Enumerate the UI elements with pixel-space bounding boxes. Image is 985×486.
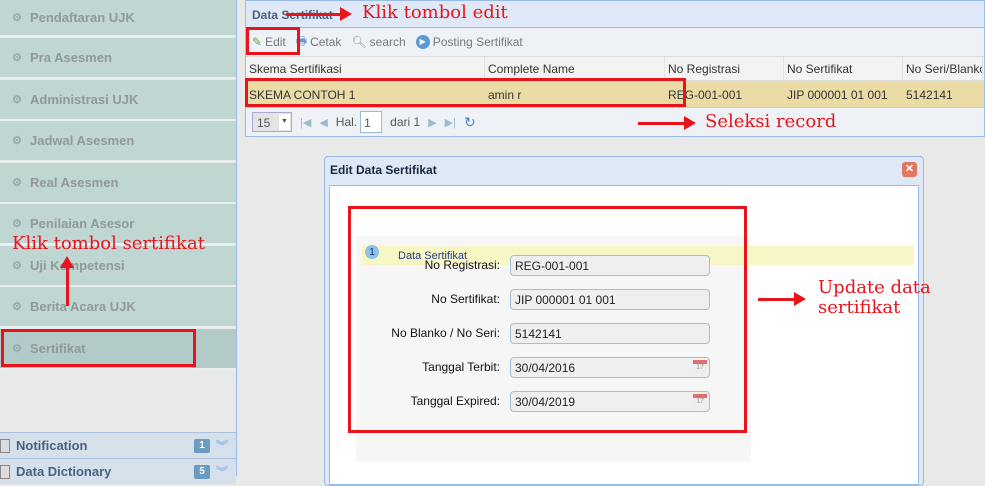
arrow-right-icon xyxy=(286,7,352,21)
page-label: Hal. xyxy=(335,115,358,129)
column-header[interactable]: Complete Name xyxy=(485,57,665,80)
annotation-record: Seleksi record xyxy=(705,111,837,132)
posting-sertifikat-button[interactable]: ▶ Posting Sertifikat xyxy=(415,35,523,49)
refresh-icon[interactable]: ↻ xyxy=(464,114,476,131)
sidebar-item-label: Uji Kompetensi xyxy=(30,258,125,273)
page-count: dari 1 xyxy=(390,115,421,129)
first-page-icon[interactable]: |◀ xyxy=(300,116,311,129)
document-icon xyxy=(0,464,10,479)
chevron-down-icon[interactable]: ︾ xyxy=(216,463,228,480)
panel-title: Data Sertifikat xyxy=(246,1,984,28)
annotation-update: Update data xyxy=(818,277,931,298)
highlight-sertifikat xyxy=(1,329,196,367)
sidebar-item-label: Administrasi UJK xyxy=(30,92,139,107)
sidebar-item-jadwal-asesmen[interactable]: ⚙ Jadwal Asesmen xyxy=(0,121,236,162)
column-header[interactable]: No Seri/Blanko xyxy=(903,57,983,80)
gear-icon: ⚙ xyxy=(12,11,22,24)
table-cell: JIP 000001 01 001 xyxy=(787,88,888,102)
print-button[interactable]: 🖶 Cetak xyxy=(296,32,342,53)
table-cell: 5142141 xyxy=(906,88,953,102)
sidebar-item-label: Berita Acara UJK xyxy=(30,299,136,314)
gear-icon: ⚙ xyxy=(12,300,22,313)
gear-icon: ⚙ xyxy=(12,217,22,230)
column-header[interactable]: No Registrasi xyxy=(665,57,784,80)
data-sertifikat-panel: Data Sertifikat ✎Edit 🖶Cetak 🔍︎search ▶P… xyxy=(245,0,985,137)
gear-icon: ⚙ xyxy=(12,176,22,189)
chevron-down-icon: ▼ xyxy=(279,114,290,130)
gear-icon: ⚙ xyxy=(12,134,22,147)
document-icon xyxy=(0,438,10,453)
close-icon[interactable]: ✕ xyxy=(902,162,917,177)
accordion-label: Data Dictionary xyxy=(16,464,112,479)
sidebar-item-pendaftaran-ujk[interactable]: ⚙ Pendaftaran UJK xyxy=(0,0,236,37)
count-badge: 1 xyxy=(194,438,210,453)
count-badge: 5 xyxy=(194,464,210,479)
next-page-icon[interactable]: ▶ xyxy=(428,116,436,129)
highlight-edit xyxy=(246,27,300,55)
column-header[interactable]: Skema Sertifikasi xyxy=(246,57,485,80)
last-page-icon[interactable]: ▶| xyxy=(445,116,456,129)
sidebar-item-pra-asesmen[interactable]: ⚙ Pra Asesmen xyxy=(0,38,236,79)
arrow-right-icon xyxy=(638,116,696,130)
dialog-title: Edit Data Sertifikat xyxy=(330,163,437,177)
annotation-edit: Klik tombol edit xyxy=(362,2,508,23)
sidebar-item-real-asesmen[interactable]: ⚙ Real Asesmen xyxy=(0,163,236,204)
search-icon: 🔍︎ xyxy=(351,35,367,49)
sidebar-item-label: Real Asesmen xyxy=(30,175,119,190)
annotation-update: sertifikat xyxy=(818,297,901,318)
highlight-record xyxy=(245,78,686,107)
sidebar-item-label: Pra Asesmen xyxy=(30,50,112,65)
pager: 15 ▼ |◀ ◀ Hal. 1 dari 1 ▶ ▶| ↻ xyxy=(246,107,984,136)
arrow-up-icon xyxy=(60,256,74,306)
gear-icon: ⚙ xyxy=(12,51,22,64)
sidebar-item-administrasi-ujk[interactable]: ⚙ Administrasi UJK xyxy=(0,80,236,121)
sidebar-item-label: Jadwal Asesmen xyxy=(30,133,135,148)
page-input[interactable]: 1 xyxy=(360,111,383,133)
sidebar-item-label: Penilaian Asesor xyxy=(30,216,135,231)
annotation-sertifikat: Klik tombol sertifikat xyxy=(12,233,205,254)
toolbar: ✎ Edit 🖶 Cetak 🔍︎ search ▶ Posting Sertifika… xyxy=(246,28,984,56)
search-button[interactable]: 🔍︎ search xyxy=(351,35,405,49)
column-header[interactable]: No Sertifikat xyxy=(784,57,903,80)
sidebar-item-label: Pendaftaran UJK xyxy=(30,10,135,25)
accordion-data-dictionary[interactable]: Data Dictionary 5 ︾ xyxy=(0,458,236,484)
prev-page-icon[interactable]: ◀ xyxy=(319,116,327,129)
gear-icon: ⚙ xyxy=(12,259,22,272)
highlight-form xyxy=(348,206,747,433)
play-icon: ▶ xyxy=(415,35,430,49)
gear-icon: ⚙ xyxy=(12,93,22,106)
arrow-right-icon xyxy=(758,292,806,306)
sidebar-item-berita-acara-ujk[interactable]: ⚙ Berita Acara UJK xyxy=(0,287,236,328)
page-size-select[interactable]: 15 ▼ xyxy=(252,112,292,132)
accordion-notification[interactable]: Notification 1 ︾ xyxy=(0,432,236,458)
accordion-label: Notification xyxy=(16,438,88,453)
chevron-down-icon[interactable]: ︾ xyxy=(216,437,228,454)
